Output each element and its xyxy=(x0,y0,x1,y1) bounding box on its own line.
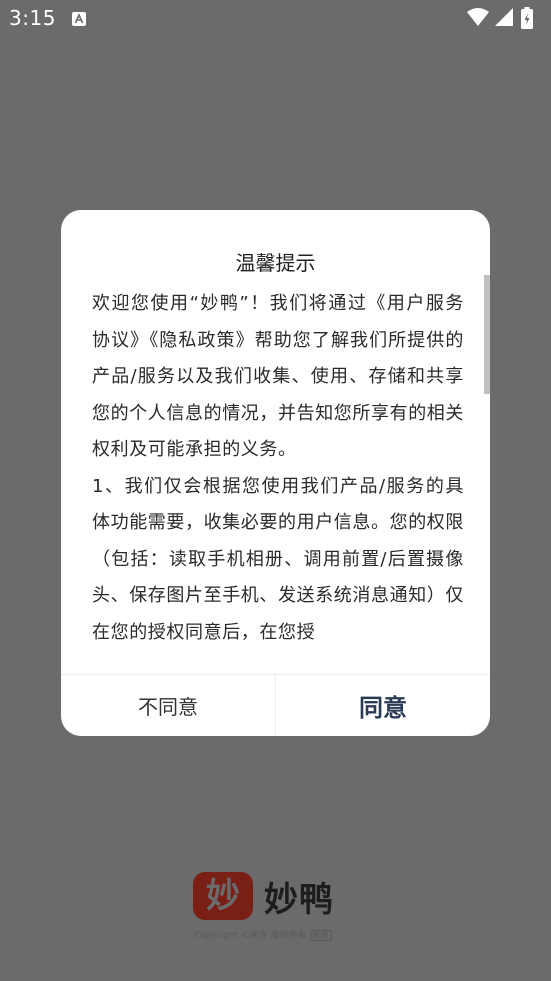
copyright-line: Copyright ©未序 版权所有 新版 xyxy=(194,928,332,941)
dialog-paragraph-intro: 欢迎您使用“妙鸭”！我们将通过《用户服务协议》《隐私政策》帮助您了解我们所提供的… xyxy=(92,293,464,460)
status-icons xyxy=(467,7,543,29)
app-brand-name: 妙鸭 xyxy=(264,879,334,920)
app-logo-icon: 妙 xyxy=(193,872,253,920)
status-time: 3:15 xyxy=(9,6,56,30)
copyright-tag: 新版 xyxy=(309,930,332,941)
privacy-dialog: 温馨提示 欢迎您使用“妙鸭”！我们将通过《用户服务协议》《隐私政策》帮助您了解我… xyxy=(61,210,490,736)
dialog-paragraph-1: 1、我们仅会根据您使用我们产品/服务的具体功能需要，收集必要的用户信息。您的权限… xyxy=(92,475,464,643)
wifi-icon xyxy=(467,8,489,26)
dialog-title: 温馨提示 xyxy=(235,251,316,275)
dialog-body-scroll[interactable]: 欢迎您使用“妙鸭”！我们将通过《用户服务协议》《隐私政策》帮助您了解我们所提供的… xyxy=(92,286,464,672)
accessibility-a-icon xyxy=(72,11,86,26)
copyright-text: Copyright ©未序 版权所有 xyxy=(194,931,307,941)
app-logo-glyph: 妙 xyxy=(206,876,240,916)
dialog-scrollbar[interactable] xyxy=(484,275,490,394)
status-bar: 3:15 xyxy=(0,0,551,38)
battery-icon xyxy=(521,7,533,29)
disagree-button[interactable]: 不同意 xyxy=(61,675,275,736)
agree-button[interactable]: 同意 xyxy=(276,675,490,736)
cell-signal-icon xyxy=(495,8,513,26)
